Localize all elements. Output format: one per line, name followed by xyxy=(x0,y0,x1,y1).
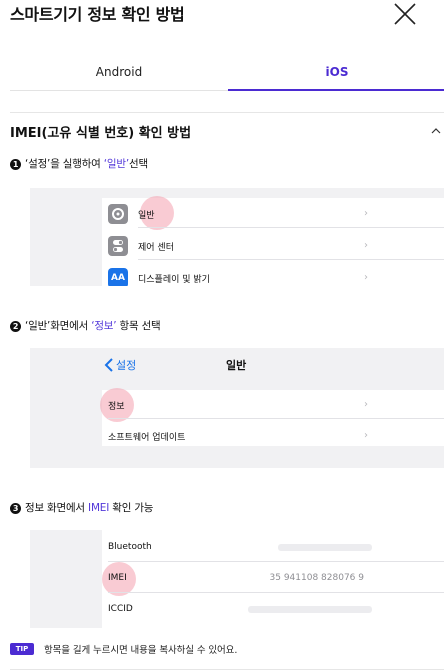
chevron-right-icon: › xyxy=(364,430,368,441)
list-item-label: 정보 xyxy=(108,402,125,412)
divider xyxy=(108,561,444,562)
step-text: 확인 가능 xyxy=(109,502,154,514)
tab-android[interactable]: Android xyxy=(10,58,228,91)
step-3: 3 정보 화면에서 IMEI 확인 가능 xyxy=(10,500,153,515)
list-item: 제어 센터 › xyxy=(102,232,444,260)
divider xyxy=(108,592,444,593)
list-item-label: 디스플레이 및 밝기 xyxy=(138,275,210,285)
list-item: AA 디스플레이 및 밝기 › xyxy=(102,264,444,286)
back-chevron-icon xyxy=(104,358,113,372)
list-item-label: ICCID xyxy=(108,604,133,614)
modal-header: 스마트기기 정보 확인 방법 xyxy=(0,0,444,28)
section-title[interactable]: IMEI(고유 식별 번호) 확인 방법 xyxy=(10,122,191,141)
imei-value: 35 941108 828076 9 xyxy=(269,573,364,583)
divider xyxy=(108,418,444,419)
chevron-up-icon[interactable] xyxy=(430,126,442,136)
chevron-right-icon: › xyxy=(364,399,368,410)
divider xyxy=(10,112,444,113)
tab-ios[interactable]: iOS xyxy=(228,58,444,91)
nav-title: 일반 xyxy=(226,359,247,372)
page-title: 스마트기기 정보 확인 방법 xyxy=(10,5,185,24)
step-number: 3 xyxy=(10,503,21,514)
list-item-label: 제어 센터 xyxy=(138,243,174,253)
step-2-screenshot: 설정 일반 정보 › 소프트웨어 업데이트 › xyxy=(30,348,444,468)
step-text: 항목 선택 xyxy=(116,320,161,332)
chevron-right-icon: › xyxy=(364,240,368,251)
divider xyxy=(138,259,444,260)
list-item: IMEI 35 941108 828076 9 xyxy=(102,565,444,593)
list-item: 일반 › xyxy=(102,200,444,228)
divider xyxy=(138,227,444,228)
step-number: 2 xyxy=(10,321,21,332)
step-1: 1 ‘설정’을 실행하여 ‘일반’선택 xyxy=(10,156,148,171)
text-size-icon: AA xyxy=(108,268,128,286)
close-icon[interactable] xyxy=(392,1,418,27)
list-item: 정보 › xyxy=(102,391,444,419)
step-2: 2 ‘일반’화면에서 ‘정보’ 항목 선택 xyxy=(10,318,161,333)
list-item: Bluetooth xyxy=(102,534,444,562)
list-item-label: IMEI xyxy=(108,573,127,583)
step-3-screenshot: Bluetooth IMEI 35 941108 828076 9 ICCID xyxy=(30,530,444,628)
list-item: ICCID xyxy=(102,596,444,624)
step-text: 정보 화면에서 xyxy=(25,502,89,514)
list-item-label: 소프트웨어 업데이트 xyxy=(108,433,186,443)
step-text: 선택 xyxy=(128,158,148,170)
os-tabs: Android iOS xyxy=(0,58,444,91)
step-highlight: ‘일반’ xyxy=(103,158,129,170)
step-highlight: ‘정보’ xyxy=(91,320,117,332)
chevron-right-icon: › xyxy=(364,272,368,283)
blurred-value xyxy=(278,544,372,551)
list-item: 소프트웨어 업데이트 › xyxy=(102,422,444,450)
tip-text: 항목을 길게 누르시면 내용을 복사하실 수 있어요. xyxy=(44,645,238,656)
step-text: ‘설정’을 실행하여 xyxy=(25,158,104,170)
chevron-right-icon: › xyxy=(364,208,368,219)
step-text: ‘일반’화면에서 xyxy=(25,320,92,332)
list-item-label: Bluetooth xyxy=(108,542,152,552)
step-highlight: IMEI xyxy=(88,502,110,514)
step-number: 1 xyxy=(10,159,21,170)
blurred-value xyxy=(248,606,372,613)
tip-badge: TIP xyxy=(10,643,34,655)
nav-back-label: 설정 xyxy=(116,359,137,372)
step-1-screenshot: 일반 › 제어 센터 › AA 디스플레이 및 밝기 › xyxy=(30,188,444,286)
gear-icon xyxy=(108,204,128,224)
toggle-icon xyxy=(108,236,128,256)
list-item-label: 일반 xyxy=(138,211,155,221)
